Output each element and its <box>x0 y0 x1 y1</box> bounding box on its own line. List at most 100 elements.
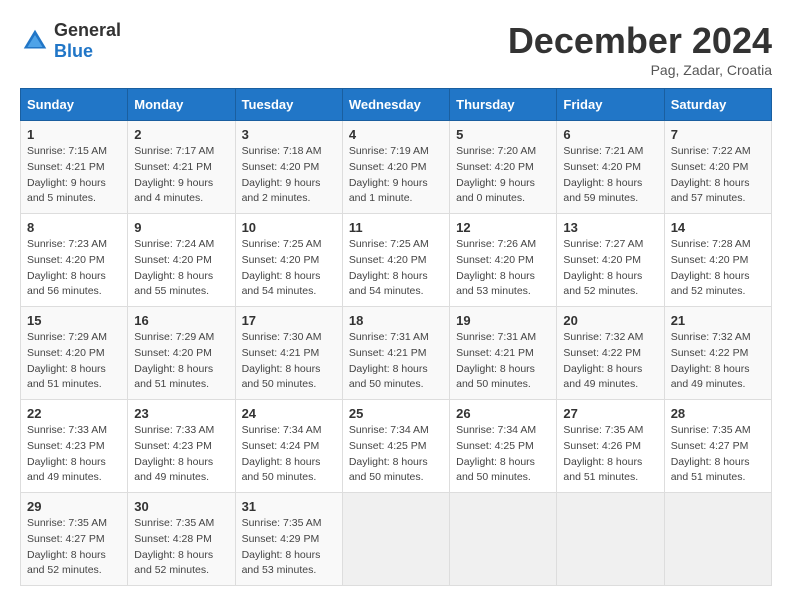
logo-blue-text: Blue <box>54 41 93 61</box>
table-row <box>450 493 557 586</box>
day-detail: Sunrise: 7:27 AM Sunset: 4:20 PM Dayligh… <box>563 237 657 300</box>
day-number: 26 <box>456 406 550 421</box>
table-row: 10Sunrise: 7:25 AM Sunset: 4:20 PM Dayli… <box>235 214 342 307</box>
day-detail: Sunrise: 7:35 AM Sunset: 4:27 PM Dayligh… <box>671 423 765 486</box>
table-row: 29Sunrise: 7:35 AM Sunset: 4:27 PM Dayli… <box>21 493 128 586</box>
month-title: December 2024 <box>508 20 772 62</box>
logo: General Blue <box>20 20 121 62</box>
day-detail: Sunrise: 7:15 AM Sunset: 4:21 PM Dayligh… <box>27 144 121 207</box>
day-detail: Sunrise: 7:33 AM Sunset: 4:23 PM Dayligh… <box>27 423 121 486</box>
calendar-week-row: 1 Sunrise: 7:15 AM Sunset: 4:21 PM Daylig… <box>21 121 772 214</box>
day-detail: Sunrise: 7:34 AM Sunset: 4:25 PM Dayligh… <box>456 423 550 486</box>
calendar-week-row: 22 Sunrise: 7:33 AM Sunset: 4:23 PM Dayli… <box>21 400 772 493</box>
table-row: 22 Sunrise: 7:33 AM Sunset: 4:23 PM Dayli… <box>21 400 128 493</box>
calendar-header-row: Sunday Monday Tuesday Wednesday Thursday… <box>21 89 772 121</box>
day-detail: Sunrise: 7:30 AM Sunset: 4:21 PM Dayligh… <box>242 330 336 393</box>
day-number: 5 <box>456 127 550 142</box>
day-detail: Sunrise: 7:31 AM Sunset: 4:21 PM Dayligh… <box>456 330 550 393</box>
day-detail: Sunrise: 7:35 AM Sunset: 4:28 PM Dayligh… <box>134 516 228 579</box>
day-number: 25 <box>349 406 443 421</box>
day-detail: Sunrise: 7:22 AM Sunset: 4:20 PM Dayligh… <box>671 144 765 207</box>
title-block: December 2024 Pag, Zadar, Croatia <box>508 20 772 78</box>
table-row: 7 Sunrise: 7:22 AM Sunset: 4:20 PM Daylig… <box>664 121 771 214</box>
day-detail: Sunrise: 7:29 AM Sunset: 4:20 PM Dayligh… <box>134 330 228 393</box>
day-number: 9 <box>134 220 228 235</box>
calendar-week-row: 29Sunrise: 7:35 AM Sunset: 4:27 PM Dayli… <box>21 493 772 586</box>
day-detail: Sunrise: 7:35 AM Sunset: 4:27 PM Dayligh… <box>27 516 121 579</box>
col-sunday: Sunday <box>21 89 128 121</box>
table-row: 1 Sunrise: 7:15 AM Sunset: 4:21 PM Daylig… <box>21 121 128 214</box>
day-number: 6 <box>563 127 657 142</box>
day-number: 2 <box>134 127 228 142</box>
table-row: 9 Sunrise: 7:24 AM Sunset: 4:20 PM Daylig… <box>128 214 235 307</box>
day-number: 11 <box>349 220 443 235</box>
table-row: 4Sunrise: 7:19 AM Sunset: 4:20 PM Daylig… <box>342 121 449 214</box>
col-friday: Friday <box>557 89 664 121</box>
table-row: 16 Sunrise: 7:29 AM Sunset: 4:20 PM Dayli… <box>128 307 235 400</box>
table-row: 23Sunrise: 7:33 AM Sunset: 4:23 PM Dayli… <box>128 400 235 493</box>
table-row: 25 Sunrise: 7:34 AM Sunset: 4:25 PM Dayli… <box>342 400 449 493</box>
logo-icon <box>20 26 50 56</box>
table-row: 2Sunrise: 7:17 AM Sunset: 4:21 PM Daylig… <box>128 121 235 214</box>
table-row: 14Sunrise: 7:28 AM Sunset: 4:20 PM Dayli… <box>664 214 771 307</box>
table-row: 11 Sunrise: 7:25 AM Sunset: 4:20 PM Dayli… <box>342 214 449 307</box>
day-detail: Sunrise: 7:31 AM Sunset: 4:21 PM Dayligh… <box>349 330 443 393</box>
table-row: 30Sunrise: 7:35 AM Sunset: 4:28 PM Dayli… <box>128 493 235 586</box>
day-number: 16 <box>134 313 228 328</box>
day-detail: Sunrise: 7:25 AM Sunset: 4:20 PM Dayligh… <box>349 237 443 300</box>
day-detail: Sunrise: 7:34 AM Sunset: 4:25 PM Dayligh… <box>349 423 443 486</box>
day-number: 10 <box>242 220 336 235</box>
day-detail: Sunrise: 7:35 AM Sunset: 4:29 PM Dayligh… <box>242 516 336 579</box>
day-number: 7 <box>671 127 765 142</box>
table-row: 19 Sunrise: 7:31 AM Sunset: 4:21 PM Dayli… <box>450 307 557 400</box>
table-row: 13 Sunrise: 7:27 AM Sunset: 4:20 PM Dayli… <box>557 214 664 307</box>
day-detail: Sunrise: 7:28 AM Sunset: 4:20 PM Dayligh… <box>671 237 765 300</box>
col-saturday: Saturday <box>664 89 771 121</box>
day-number: 19 <box>456 313 550 328</box>
table-row: 12 Sunrise: 7:26 AM Sunset: 4:20 PM Dayli… <box>450 214 557 307</box>
day-number: 4 <box>349 127 443 142</box>
day-detail: Sunrise: 7:26 AM Sunset: 4:20 PM Dayligh… <box>456 237 550 300</box>
calendar-week-row: 15 Sunrise: 7:29 AM Sunset: 4:20 PM Dayli… <box>21 307 772 400</box>
table-row: 3Sunrise: 7:18 AM Sunset: 4:20 PM Daylig… <box>235 121 342 214</box>
day-number: 31 <box>242 499 336 514</box>
day-number: 8 <box>27 220 121 235</box>
day-number: 24 <box>242 406 336 421</box>
table-row: 17 Sunrise: 7:30 AM Sunset: 4:21 PM Dayli… <box>235 307 342 400</box>
table-row: 21Sunrise: 7:32 AM Sunset: 4:22 PM Dayli… <box>664 307 771 400</box>
day-detail: Sunrise: 7:20 AM Sunset: 4:20 PM Dayligh… <box>456 144 550 207</box>
day-number: 1 <box>27 127 121 142</box>
table-row: 15 Sunrise: 7:29 AM Sunset: 4:20 PM Dayli… <box>21 307 128 400</box>
table-row: 24 Sunrise: 7:34 AM Sunset: 4:24 PM Dayli… <box>235 400 342 493</box>
day-detail: Sunrise: 7:29 AM Sunset: 4:20 PM Dayligh… <box>27 330 121 393</box>
day-detail: Sunrise: 7:23 AM Sunset: 4:20 PM Dayligh… <box>27 237 121 300</box>
day-number: 20 <box>563 313 657 328</box>
day-detail: Sunrise: 7:35 AM Sunset: 4:26 PM Dayligh… <box>563 423 657 486</box>
day-detail: Sunrise: 7:34 AM Sunset: 4:24 PM Dayligh… <box>242 423 336 486</box>
day-detail: Sunrise: 7:33 AM Sunset: 4:23 PM Dayligh… <box>134 423 228 486</box>
day-number: 12 <box>456 220 550 235</box>
day-number: 27 <box>563 406 657 421</box>
location-subtitle: Pag, Zadar, Croatia <box>508 62 772 78</box>
day-number: 15 <box>27 313 121 328</box>
table-row: 31 Sunrise: 7:35 AM Sunset: 4:29 PM Dayli… <box>235 493 342 586</box>
day-detail: Sunrise: 7:21 AM Sunset: 4:20 PM Dayligh… <box>563 144 657 207</box>
day-number: 22 <box>27 406 121 421</box>
table-row <box>342 493 449 586</box>
day-detail: Sunrise: 7:32 AM Sunset: 4:22 PM Dayligh… <box>563 330 657 393</box>
table-row <box>664 493 771 586</box>
calendar-table: Sunday Monday Tuesday Wednesday Thursday… <box>20 88 772 586</box>
day-number: 21 <box>671 313 765 328</box>
day-number: 28 <box>671 406 765 421</box>
table-row: 18Sunrise: 7:31 AM Sunset: 4:21 PM Dayli… <box>342 307 449 400</box>
day-number: 17 <box>242 313 336 328</box>
table-row: 27 Sunrise: 7:35 AM Sunset: 4:26 PM Dayli… <box>557 400 664 493</box>
day-number: 3 <box>242 127 336 142</box>
table-row: 6 Sunrise: 7:21 AM Sunset: 4:20 PM Daylig… <box>557 121 664 214</box>
day-detail: Sunrise: 7:24 AM Sunset: 4:20 PM Dayligh… <box>134 237 228 300</box>
table-row: 26 Sunrise: 7:34 AM Sunset: 4:25 PM Dayli… <box>450 400 557 493</box>
page-header: General Blue December 2024 Pag, Zadar, C… <box>20 20 772 78</box>
col-thursday: Thursday <box>450 89 557 121</box>
table-row: 28 Sunrise: 7:35 AM Sunset: 4:27 PM Dayli… <box>664 400 771 493</box>
day-number: 13 <box>563 220 657 235</box>
